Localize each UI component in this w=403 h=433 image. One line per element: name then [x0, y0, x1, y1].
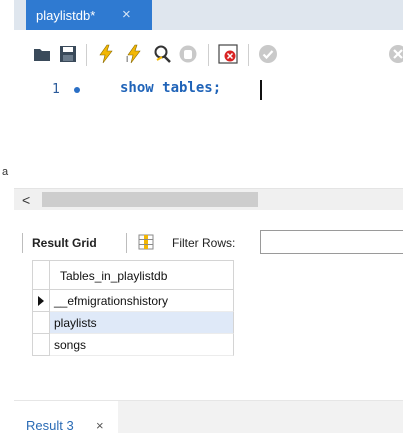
toolbar-separator — [22, 233, 23, 253]
svg-text:I: I — [126, 55, 128, 64]
sql-editor-toolbar: I — [14, 30, 403, 74]
close-icon[interactable]: × — [122, 6, 131, 23]
scrollbar-thumb[interactable] — [42, 192, 258, 207]
explain-icon[interactable] — [152, 44, 172, 64]
result-tab-bar: Result 3 × — [14, 400, 403, 433]
sql-editor[interactable]: 1 show tables; — [14, 74, 403, 188]
toolbar-separator — [248, 44, 249, 66]
filter-rows-label: Filter Rows: — [172, 236, 236, 250]
cell-value: __efmigrationshistory — [54, 294, 169, 308]
table-row[interactable]: songs — [50, 334, 234, 356]
row-selector[interactable] — [32, 290, 50, 312]
commit-icon[interactable] — [258, 44, 278, 64]
execute-icon[interactable] — [96, 44, 116, 64]
text-caret — [260, 80, 262, 100]
tab-label: playlistdb* — [36, 8, 96, 23]
close-icon[interactable]: × — [96, 418, 104, 433]
grid-layout-icon[interactable] — [138, 234, 154, 250]
result-tab-label: Result 3 — [26, 418, 74, 433]
left-panel-edge: a — [0, 0, 15, 432]
result-toolbar: Result Grid Filter Rows: — [14, 226, 403, 260]
row-selector[interactable] — [32, 312, 50, 334]
truncated-label: a — [2, 166, 9, 178]
open-folder-icon[interactable] — [32, 44, 52, 64]
column-header-label: Tables_in_playlistdb — [60, 269, 168, 283]
table-row[interactable]: playlists — [50, 312, 234, 334]
execute-current-icon[interactable]: I — [124, 44, 144, 64]
rollback-icon[interactable] — [388, 44, 403, 64]
statement-marker-icon — [74, 87, 80, 93]
toggle-error-icon[interactable] — [218, 44, 238, 64]
table-row[interactable]: __efmigrationshistory — [50, 290, 234, 312]
tab-playlistdb[interactable]: playlistdb* × — [26, 0, 152, 30]
line-number: 1 — [52, 82, 60, 97]
cell-value: playlists — [54, 316, 97, 330]
toolbar-separator — [126, 233, 127, 253]
stop-icon[interactable] — [178, 44, 198, 64]
save-icon[interactable] — [58, 44, 78, 64]
cell-value: songs — [54, 338, 87, 352]
current-row-arrow-icon — [38, 296, 44, 306]
result-grid-button[interactable]: Result Grid — [32, 236, 97, 250]
editor-tab-bar: playlistdb* × — [14, 0, 403, 30]
row-header-corner — [32, 260, 50, 290]
editor-horizontal-scrollbar[interactable]: < — [14, 188, 403, 211]
filter-rows-input[interactable] — [260, 230, 403, 254]
tab-result-3[interactable]: Result 3 × — [14, 401, 118, 433]
sql-statement[interactable]: show tables; — [120, 80, 221, 96]
toolbar-separator — [86, 44, 87, 66]
panel-gap — [14, 210, 403, 226]
scroll-left-icon[interactable]: < — [22, 192, 30, 208]
column-header[interactable]: Tables_in_playlistdb — [50, 260, 234, 290]
result-grid: Tables_in_playlistdb __efmigrationshisto… — [14, 260, 403, 400]
toolbar-separator — [208, 44, 209, 66]
row-selector[interactable] — [32, 334, 50, 356]
